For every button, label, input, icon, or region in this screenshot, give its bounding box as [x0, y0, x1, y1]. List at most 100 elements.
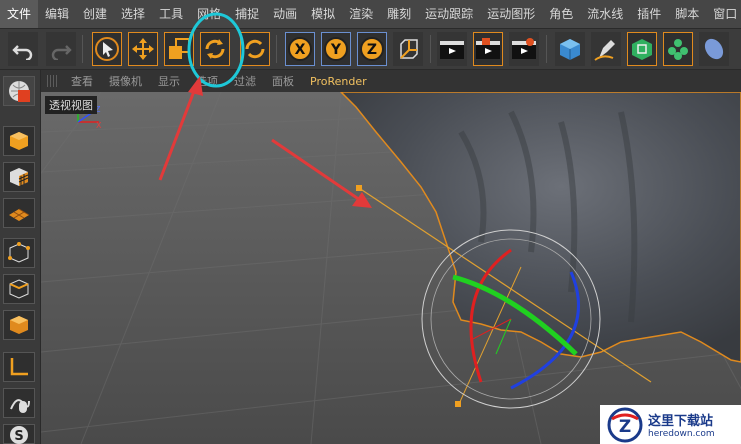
menu-item-2[interactable]: 创建 — [76, 0, 114, 28]
live-select-icon — [95, 37, 119, 61]
deformer-button[interactable] — [699, 32, 729, 66]
pen-icon — [594, 40, 615, 61]
menu-item-7[interactable]: 动画 — [266, 0, 304, 28]
undo-button[interactable] — [8, 32, 38, 66]
edges-mode-button[interactable] — [3, 274, 35, 304]
texture-mode-icon — [10, 168, 29, 186]
render-view-icon — [440, 41, 464, 59]
model-mode-button[interactable] — [3, 126, 35, 156]
scale-icon — [169, 38, 190, 59]
menu-item-11[interactable]: 运动跟踪 — [418, 0, 480, 28]
viewport-menu-item-0[interactable]: 查看 — [63, 73, 101, 89]
y-axis-lock-button[interactable]: Y — [321, 32, 351, 66]
x-axis-lock-icon: X — [288, 37, 312, 61]
redo-icon — [51, 45, 72, 60]
viewport-menu-item-4[interactable]: 过滤 — [226, 73, 264, 89]
pen-button[interactable] — [591, 32, 621, 66]
texture-mode-button[interactable] — [3, 162, 35, 192]
menu-item-16[interactable]: 脚本 — [668, 0, 706, 28]
subdivision-icon — [632, 39, 652, 60]
menu-item-6[interactable]: 捕捉 — [228, 0, 266, 28]
z-axis-lock-icon: Z — [360, 37, 384, 61]
move-button[interactable] — [128, 32, 158, 66]
y-axis-lock-icon: Y — [324, 37, 348, 61]
watermark: Z 这里下载站 heredown.com — [600, 405, 741, 444]
axis-mode-button[interactable] — [3, 352, 35, 382]
viewport-label: 透视视图 — [45, 96, 97, 114]
watermark-subtitle: heredown.com — [648, 429, 715, 439]
render-to-picture-viewer-button[interactable] — [473, 32, 503, 66]
workplane-button[interactable] — [3, 198, 35, 228]
watermark-title: 这里下载站 — [648, 414, 714, 429]
coordinate-system-button[interactable] — [393, 32, 423, 66]
viewport-menu-item-2[interactable]: 显示 — [150, 73, 188, 89]
viewport-menu-item-3[interactable]: 选项 — [188, 73, 226, 89]
grip-icon[interactable] — [47, 75, 59, 87]
perspective-viewport[interactable]: X Y Z 透视视图 — [41, 92, 741, 444]
render-view-button[interactable] — [437, 32, 467, 66]
make-editable-button[interactable] — [3, 76, 35, 106]
recent-tool-icon — [245, 39, 265, 59]
points-mode-button[interactable] — [3, 238, 35, 268]
rotate-icon — [205, 39, 225, 59]
x-axis-lock-button[interactable]: X — [285, 32, 315, 66]
menu-item-3[interactable]: 选择 — [114, 0, 152, 28]
y-axis-letter: Y — [330, 42, 342, 58]
menu-item-12[interactable]: 运动图形 — [480, 0, 542, 28]
guide-handle-bottom[interactable] — [455, 401, 461, 407]
watermark-logo-icon: Z — [607, 407, 643, 442]
redo-button[interactable] — [46, 32, 76, 66]
cloner-button[interactable] — [663, 32, 693, 66]
render-to-picture-viewer-icon — [476, 38, 500, 59]
model-mode-icon — [10, 132, 28, 150]
menu-item-14[interactable]: 流水线 — [580, 0, 630, 28]
axis-label-x: X — [96, 121, 102, 130]
menu-item-17[interactable]: 窗口 — [706, 0, 741, 28]
main-toolbar: X Y Z — [0, 29, 741, 70]
menu-item-10[interactable]: 雕刻 — [380, 0, 418, 28]
viewport-menu-item-1[interactable]: 摄像机 — [101, 73, 150, 89]
workplane-icon — [9, 208, 30, 221]
cloner-icon — [668, 39, 688, 60]
menu-item-15[interactable]: 插件 — [630, 0, 668, 28]
subdivision-button[interactable] — [627, 32, 657, 66]
guide-handle-top[interactable] — [356, 185, 362, 191]
viewport-menu-item-5[interactable]: 面板 — [264, 73, 302, 89]
z-axis-letter: Z — [367, 42, 377, 58]
tweak-mode-button[interactable] — [3, 388, 35, 418]
menu-bar: 文件 编辑 创建 选择 工具 网格 捕捉 动画 模拟 渲染 雕刻 运动跟踪 运动图形 角色 流水线 插件 脚本窗… — [0, 0, 741, 29]
points-mode-icon — [8, 242, 30, 263]
menu-item-8[interactable]: 模拟 — [304, 0, 342, 28]
viewport-menu-item-6[interactable]: ProRender — [302, 75, 375, 88]
axis-mode-icon — [10, 358, 28, 376]
tweak-mode-icon — [10, 399, 30, 413]
snap-icon: S — [10, 426, 28, 444]
polygons-mode-icon — [10, 316, 28, 334]
render-settings-icon — [512, 38, 536, 59]
edges-mode-icon — [9, 279, 29, 299]
cube-icon — [560, 39, 580, 60]
polygons-mode-button[interactable] — [3, 310, 35, 340]
cube-button[interactable] — [555, 32, 585, 66]
menu-item-13[interactable]: 角色 — [542, 0, 580, 28]
snap-button[interactable]: S — [3, 424, 35, 444]
menu-item-5[interactable]: 网格 — [190, 0, 228, 28]
menu-item-9[interactable]: 渲染 — [342, 0, 380, 28]
live-select-button[interactable] — [92, 32, 122, 66]
recent-tool-button[interactable] — [240, 32, 270, 66]
make-editable-icon — [9, 81, 30, 102]
move-icon — [132, 38, 154, 60]
menu-item-4[interactable]: 工具 — [152, 0, 190, 28]
viewport-menu-bar: 查看 摄像机 显示 选项 过滤 面板 ProRender — [41, 70, 741, 92]
snap-letter: S — [14, 429, 23, 444]
rotate-button[interactable] — [200, 32, 230, 66]
menu-item-1[interactable]: 编辑 — [38, 0, 76, 28]
x-axis-letter: X — [295, 42, 306, 58]
z-axis-lock-button[interactable]: Z — [357, 32, 387, 66]
render-settings-button[interactable] — [509, 32, 539, 66]
left-toolbar: S — [0, 70, 41, 444]
scale-button[interactable] — [164, 32, 194, 66]
menu-item-0[interactable]: 文件 — [0, 0, 39, 28]
coordinate-system-icon — [400, 39, 418, 59]
undo-icon — [12, 45, 33, 60]
